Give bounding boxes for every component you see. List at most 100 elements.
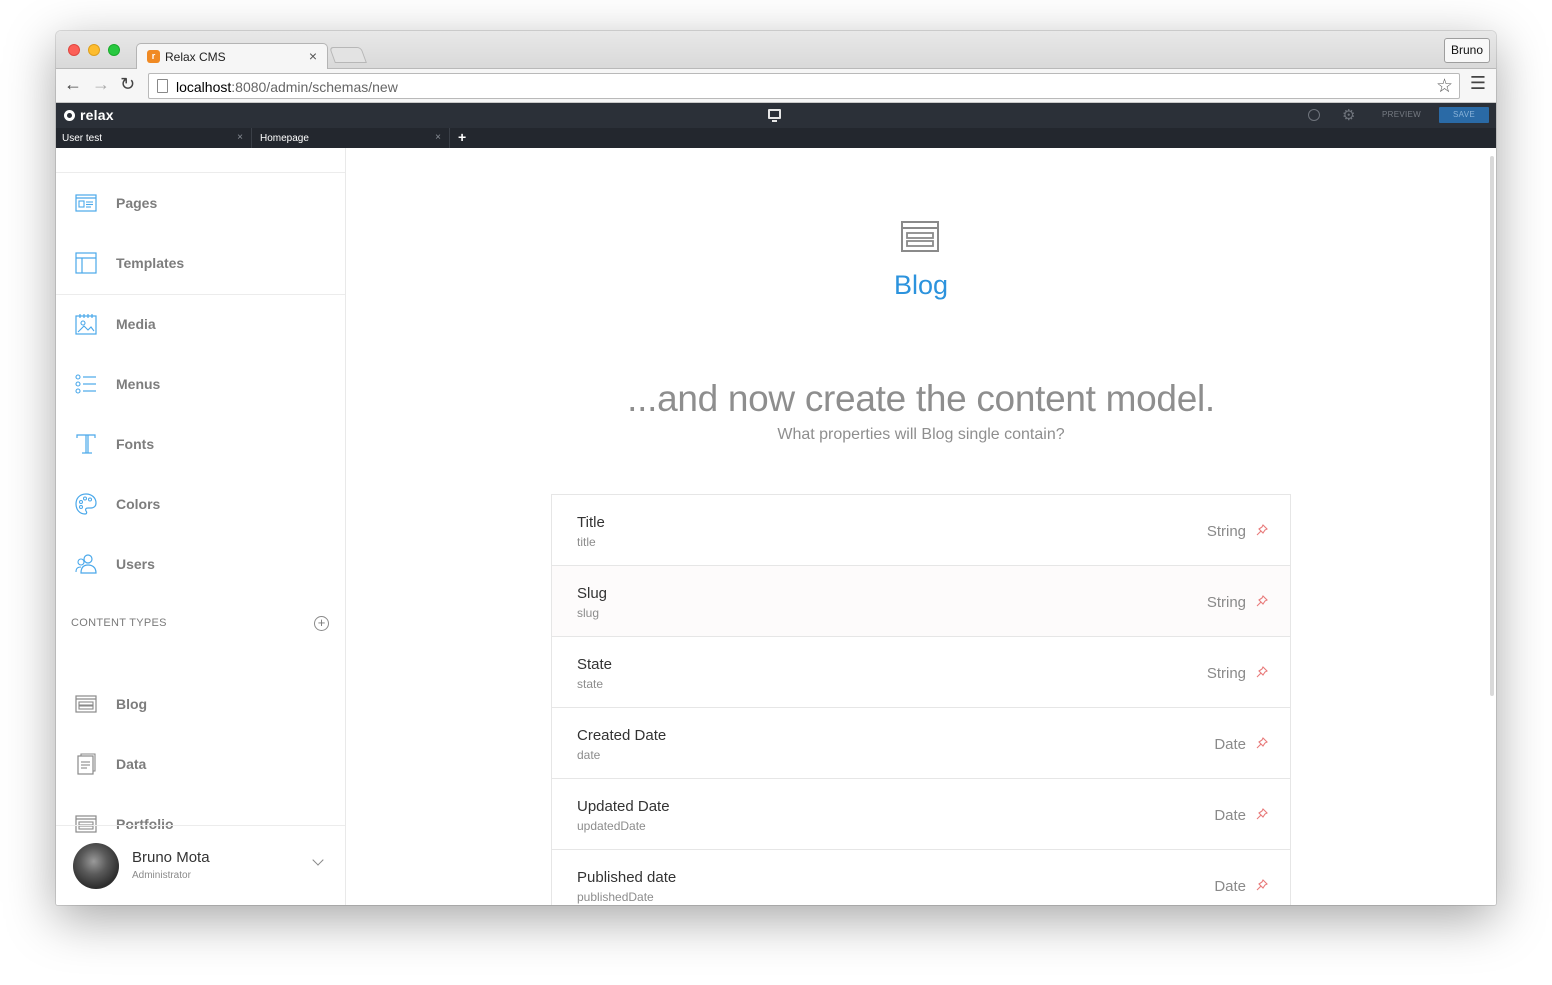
- property-key: updatedDate: [577, 819, 646, 833]
- pin-icon[interactable]: [1256, 595, 1268, 607]
- users-icon: [75, 554, 97, 574]
- pin-icon[interactable]: [1256, 737, 1268, 749]
- pin-icon[interactable]: [1256, 524, 1268, 536]
- tab-close-icon[interactable]: ×: [309, 48, 317, 64]
- browser-toolbar: ← → ↻ localhost:8080/admin/schemas/new ☆…: [56, 69, 1496, 103]
- page-tab[interactable]: Homepage ×: [254, 128, 450, 148]
- property-type: Date: [1214, 736, 1246, 753]
- property-row[interactable]: Slug slug String: [552, 566, 1290, 637]
- page-tab-close-icon[interactable]: ×: [435, 132, 441, 143]
- property-key: date: [577, 748, 601, 762]
- property-row[interactable]: State state String: [552, 637, 1290, 708]
- pin-icon[interactable]: [1256, 808, 1268, 820]
- sidebar-item-blog[interactable]: Blog: [56, 675, 345, 735]
- page-tab[interactable]: User test ×: [56, 128, 252, 148]
- fonts-icon: [76, 434, 96, 454]
- page-tab-label: User test: [62, 133, 103, 144]
- user-menu[interactable]: Bruno Mota Administrator: [56, 825, 345, 905]
- sidebar-item-label: Colors: [116, 496, 161, 512]
- property-title: Slug: [577, 585, 608, 602]
- sidebar-item-menus[interactable]: Menus: [56, 355, 345, 415]
- sidebar-item-label: Fonts: [116, 436, 155, 452]
- schema-icon: [901, 221, 939, 252]
- avatar: [73, 843, 119, 889]
- desktop-device-icon[interactable]: [768, 109, 781, 122]
- property-type: Date: [1214, 807, 1246, 824]
- url-host: localhost: [176, 79, 232, 95]
- address-bar[interactable]: localhost:8080/admin/schemas/new ☆: [148, 73, 1460, 99]
- reload-icon[interactable]: ↻: [120, 74, 135, 95]
- property-key: state: [577, 677, 604, 691]
- property-type: String: [1206, 665, 1246, 682]
- colors-icon: [75, 493, 97, 515]
- menus-icon: [75, 374, 96, 394]
- profile-button[interactable]: Bruno: [1444, 38, 1490, 63]
- app-header: relax ⚙ PREVIEW SAVE: [56, 103, 1496, 128]
- gear-icon[interactable]: ⚙: [1342, 106, 1355, 124]
- property-row[interactable]: Updated Date updatedDate Date: [552, 779, 1290, 850]
- browser-menu-icon[interactable]: ☰: [1470, 73, 1486, 94]
- page-icon: [157, 79, 168, 93]
- property-type: String: [1206, 523, 1246, 540]
- new-tab-button[interactable]: [329, 47, 367, 63]
- property-type: Date: [1214, 878, 1246, 895]
- minimize-window-button[interactable]: [88, 44, 100, 56]
- document-icon: [77, 753, 96, 775]
- browser-window: r Relax CMS × Bruno ← → ↻ localhost:8080…: [56, 31, 1496, 905]
- property-row[interactable]: Created Date date Date: [552, 708, 1290, 779]
- back-arrow-icon[interactable]: ←: [64, 74, 82, 95]
- history-clock-icon[interactable]: [1308, 109, 1320, 121]
- add-content-type-button[interactable]: +: [314, 616, 329, 631]
- sidebar-item-label: Users: [116, 556, 155, 572]
- sidebar-divider: [56, 172, 345, 173]
- sidebar-item-media[interactable]: Media: [56, 295, 345, 355]
- sidebar-item-pages[interactable]: Pages: [56, 174, 345, 234]
- save-button[interactable]: SAVE: [1439, 107, 1489, 123]
- page-tab-label: Homepage: [260, 133, 309, 144]
- schema-name: Blog: [893, 270, 949, 300]
- page-subtitle: What properties will Blog single contain…: [777, 426, 1065, 443]
- sidebar-item-colors[interactable]: Colors: [56, 475, 345, 535]
- page-tab-close-icon[interactable]: ×: [237, 132, 243, 143]
- zoom-window-button[interactable]: [108, 44, 120, 56]
- bookmark-star-icon[interactable]: ☆: [1436, 75, 1453, 98]
- sidebar-item-label: Pages: [116, 195, 158, 211]
- property-row[interactable]: Published date publishedDate Date: [552, 850, 1290, 905]
- property-title: Title: [577, 514, 605, 531]
- scrollbar[interactable]: [1490, 156, 1494, 696]
- logo-mark-icon: [64, 110, 75, 121]
- sidebar-item-fonts[interactable]: Fonts: [56, 415, 345, 475]
- forward-arrow-icon[interactable]: →: [92, 74, 110, 95]
- logo-text: relax: [80, 107, 114, 123]
- browser-tabstrip: r Relax CMS × Bruno: [56, 31, 1496, 70]
- templates-icon: [75, 252, 97, 274]
- property-key: title: [577, 535, 596, 549]
- property-title: State: [577, 656, 613, 673]
- media-icon: [75, 314, 97, 335]
- sidebar-item-users[interactable]: Users: [56, 535, 345, 595]
- add-page-tab-button[interactable]: +: [458, 129, 466, 145]
- url-text: localhost:8080/admin/schemas/new: [176, 79, 398, 95]
- sidebar-item-label: Blog: [116, 696, 148, 712]
- preview-button[interactable]: PREVIEW: [1382, 110, 1421, 119]
- pin-icon[interactable]: [1256, 666, 1268, 678]
- user-name: Bruno Mota: [132, 849, 210, 866]
- relax-logo[interactable]: relax: [64, 107, 114, 123]
- browser-tab-title: Relax CMS: [165, 50, 226, 64]
- browser-tab[interactable]: r Relax CMS ×: [136, 43, 328, 70]
- sidebar-item-data[interactable]: Data: [56, 735, 345, 795]
- property-title: Updated Date: [577, 798, 670, 815]
- close-window-button[interactable]: [68, 44, 80, 56]
- sidebar-item-label: Templates: [116, 255, 185, 271]
- sidebar-item-label: Menus: [116, 376, 161, 392]
- pin-icon[interactable]: [1256, 879, 1268, 891]
- favicon-icon: r: [147, 50, 160, 63]
- chevron-down-icon[interactable]: [312, 854, 324, 866]
- property-title: Published date: [577, 869, 677, 886]
- sidebar-item-templates[interactable]: Templates: [56, 234, 345, 294]
- page-tabs-bar: User test × Homepage × +: [56, 128, 1496, 148]
- page-title: ...and now create the content model.: [627, 378, 1215, 419]
- property-row[interactable]: Title title String: [552, 495, 1290, 566]
- sidebar-item-label: Data: [116, 756, 147, 772]
- user-role: Administrator: [132, 870, 191, 881]
